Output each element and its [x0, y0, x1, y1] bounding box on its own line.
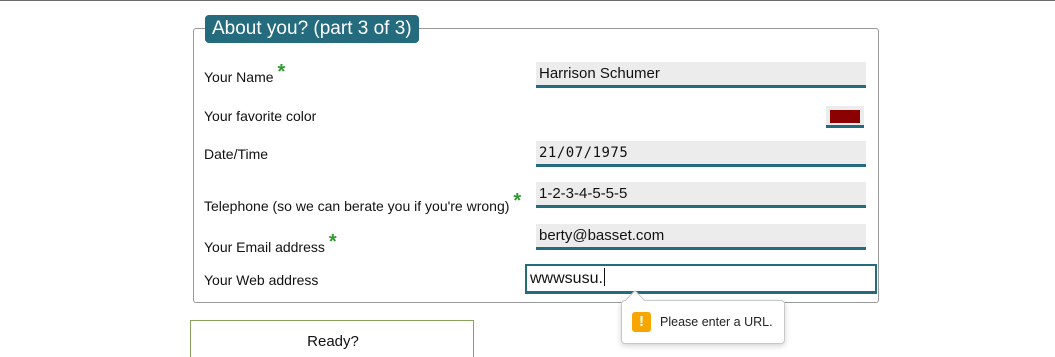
- page-top-border: [0, 0, 1055, 1]
- text-caret: [603, 268, 605, 286]
- color-chip: [830, 110, 860, 123]
- ready-label: Ready?: [307, 333, 359, 350]
- telephone-label-text: Telephone (so we can berate you if you'r…: [204, 198, 510, 214]
- favorite-color-picker[interactable]: [826, 106, 864, 128]
- ready-button[interactable]: Ready?: [190, 320, 474, 357]
- required-star-icon: *: [277, 61, 286, 83]
- name-label: Your Name *: [204, 61, 285, 88]
- favorite-color-label: Your favorite color: [204, 108, 317, 124]
- email-label: Your Email address *: [204, 231, 337, 258]
- required-star-icon: *: [328, 231, 337, 253]
- email-label-text: Your Email address: [204, 239, 325, 255]
- warning-icon: !: [632, 312, 651, 332]
- web-address-value: wwwsusu.: [530, 270, 603, 287]
- email-input[interactable]: berty@basset.com: [536, 224, 866, 250]
- required-star-icon: *: [513, 190, 522, 212]
- telephone-input[interactable]: 1-2-3-4-5-5-5: [536, 182, 866, 208]
- datetime-input[interactable]: 21/07/1975: [536, 141, 866, 167]
- web-address-label: Your Web address: [204, 272, 319, 288]
- validation-message: Please enter a URL.: [660, 315, 773, 329]
- fieldset-legend: About you? (part 3 of 3): [205, 15, 419, 43]
- name-input[interactable]: Harrison Schumer: [536, 62, 866, 88]
- telephone-label: Telephone (so we can berate you if you'r…: [204, 190, 521, 217]
- web-address-input[interactable]: wwwsusu.: [525, 264, 877, 294]
- name-label-text: Your Name: [204, 69, 274, 85]
- datetime-label: Date/Time: [204, 146, 269, 162]
